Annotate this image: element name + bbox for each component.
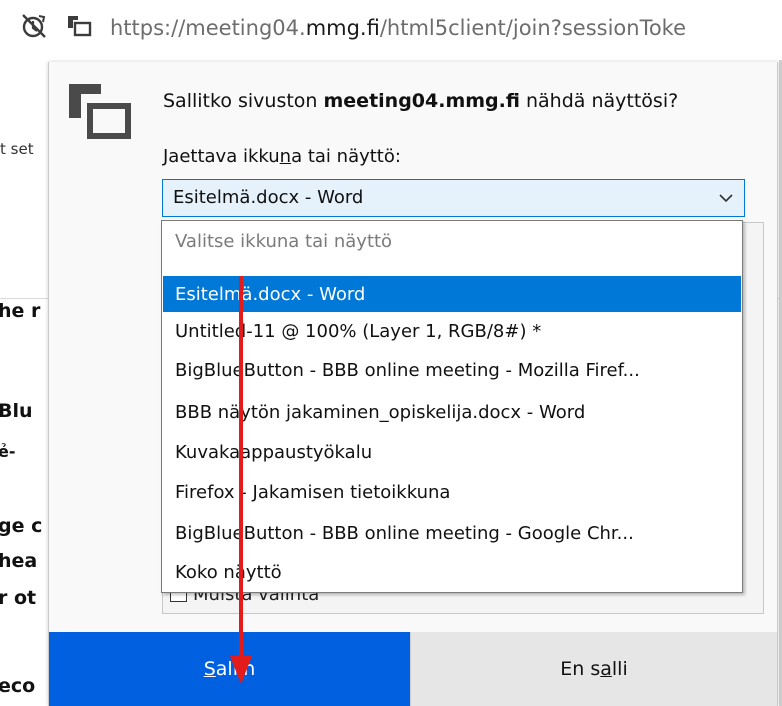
window-select[interactable]: Esitelmä.docx - Word	[162, 179, 745, 217]
bg-fragment: ge c	[0, 515, 43, 537]
dropdown-option-selected[interactable]: Esitelmä.docx - Word	[163, 276, 741, 312]
permission-question: Sallitko sivuston meeting04.mmg.fi nähdä…	[163, 90, 679, 112]
bg-fragment: he r	[0, 300, 41, 322]
selected-value: Esitelmä.docx - Word	[173, 187, 364, 208]
bg-fragment: eco	[0, 675, 36, 697]
dropdown-option[interactable]: BBB näytön jakaminen_opiskelija.docx - W…	[163, 394, 741, 430]
bg-fragment: r ot	[0, 587, 37, 609]
allow-button[interactable]: Sallin	[49, 632, 410, 706]
bg-fragment: Blu	[0, 400, 33, 422]
dropdown-option[interactable]: Koko näyttö	[163, 554, 741, 590]
window-select-dropdown: Valitse ikkuna tai näyttö Esitelmä.docx …	[161, 220, 743, 593]
bg-fragment: hea	[0, 550, 38, 572]
dropdown-option[interactable]: Firefox - Jakamisen tietoikkuna	[163, 474, 741, 510]
dropdown-option[interactable]: BigBlueButton - BBB online meeting - Goo…	[163, 515, 741, 551]
bg-fragment: t set	[0, 140, 34, 158]
url-text[interactable]: https://meeting04.mmg.fi/html5client/joi…	[110, 16, 686, 40]
permissions-icon[interactable]	[20, 12, 48, 40]
dropdown-option[interactable]: Kuvakaappaustyökalu	[163, 434, 741, 470]
dropdown-option[interactable]: BigBlueButton - BBB online meeting - Moz…	[163, 352, 741, 388]
divider	[0, 298, 48, 299]
dropdown-option[interactable]: Untitled-11 @ 100% (Layer 1, RGB/8#) *	[163, 313, 741, 349]
bg-fragment: ẻ-	[0, 442, 16, 461]
dropdown-option[interactable]: Valitse ikkuna tai näyttö	[163, 223, 741, 259]
screen-share-icon[interactable]	[66, 14, 92, 38]
window-select-label: Jaettava ikkuna tai näyttö:	[163, 146, 401, 167]
url-bar: https://meeting04.mmg.fi/html5client/joi…	[0, 0, 782, 60]
screen-share-icon	[69, 84, 131, 139]
chevron-down-icon	[719, 194, 733, 203]
deny-button[interactable]: En salli	[410, 632, 777, 706]
